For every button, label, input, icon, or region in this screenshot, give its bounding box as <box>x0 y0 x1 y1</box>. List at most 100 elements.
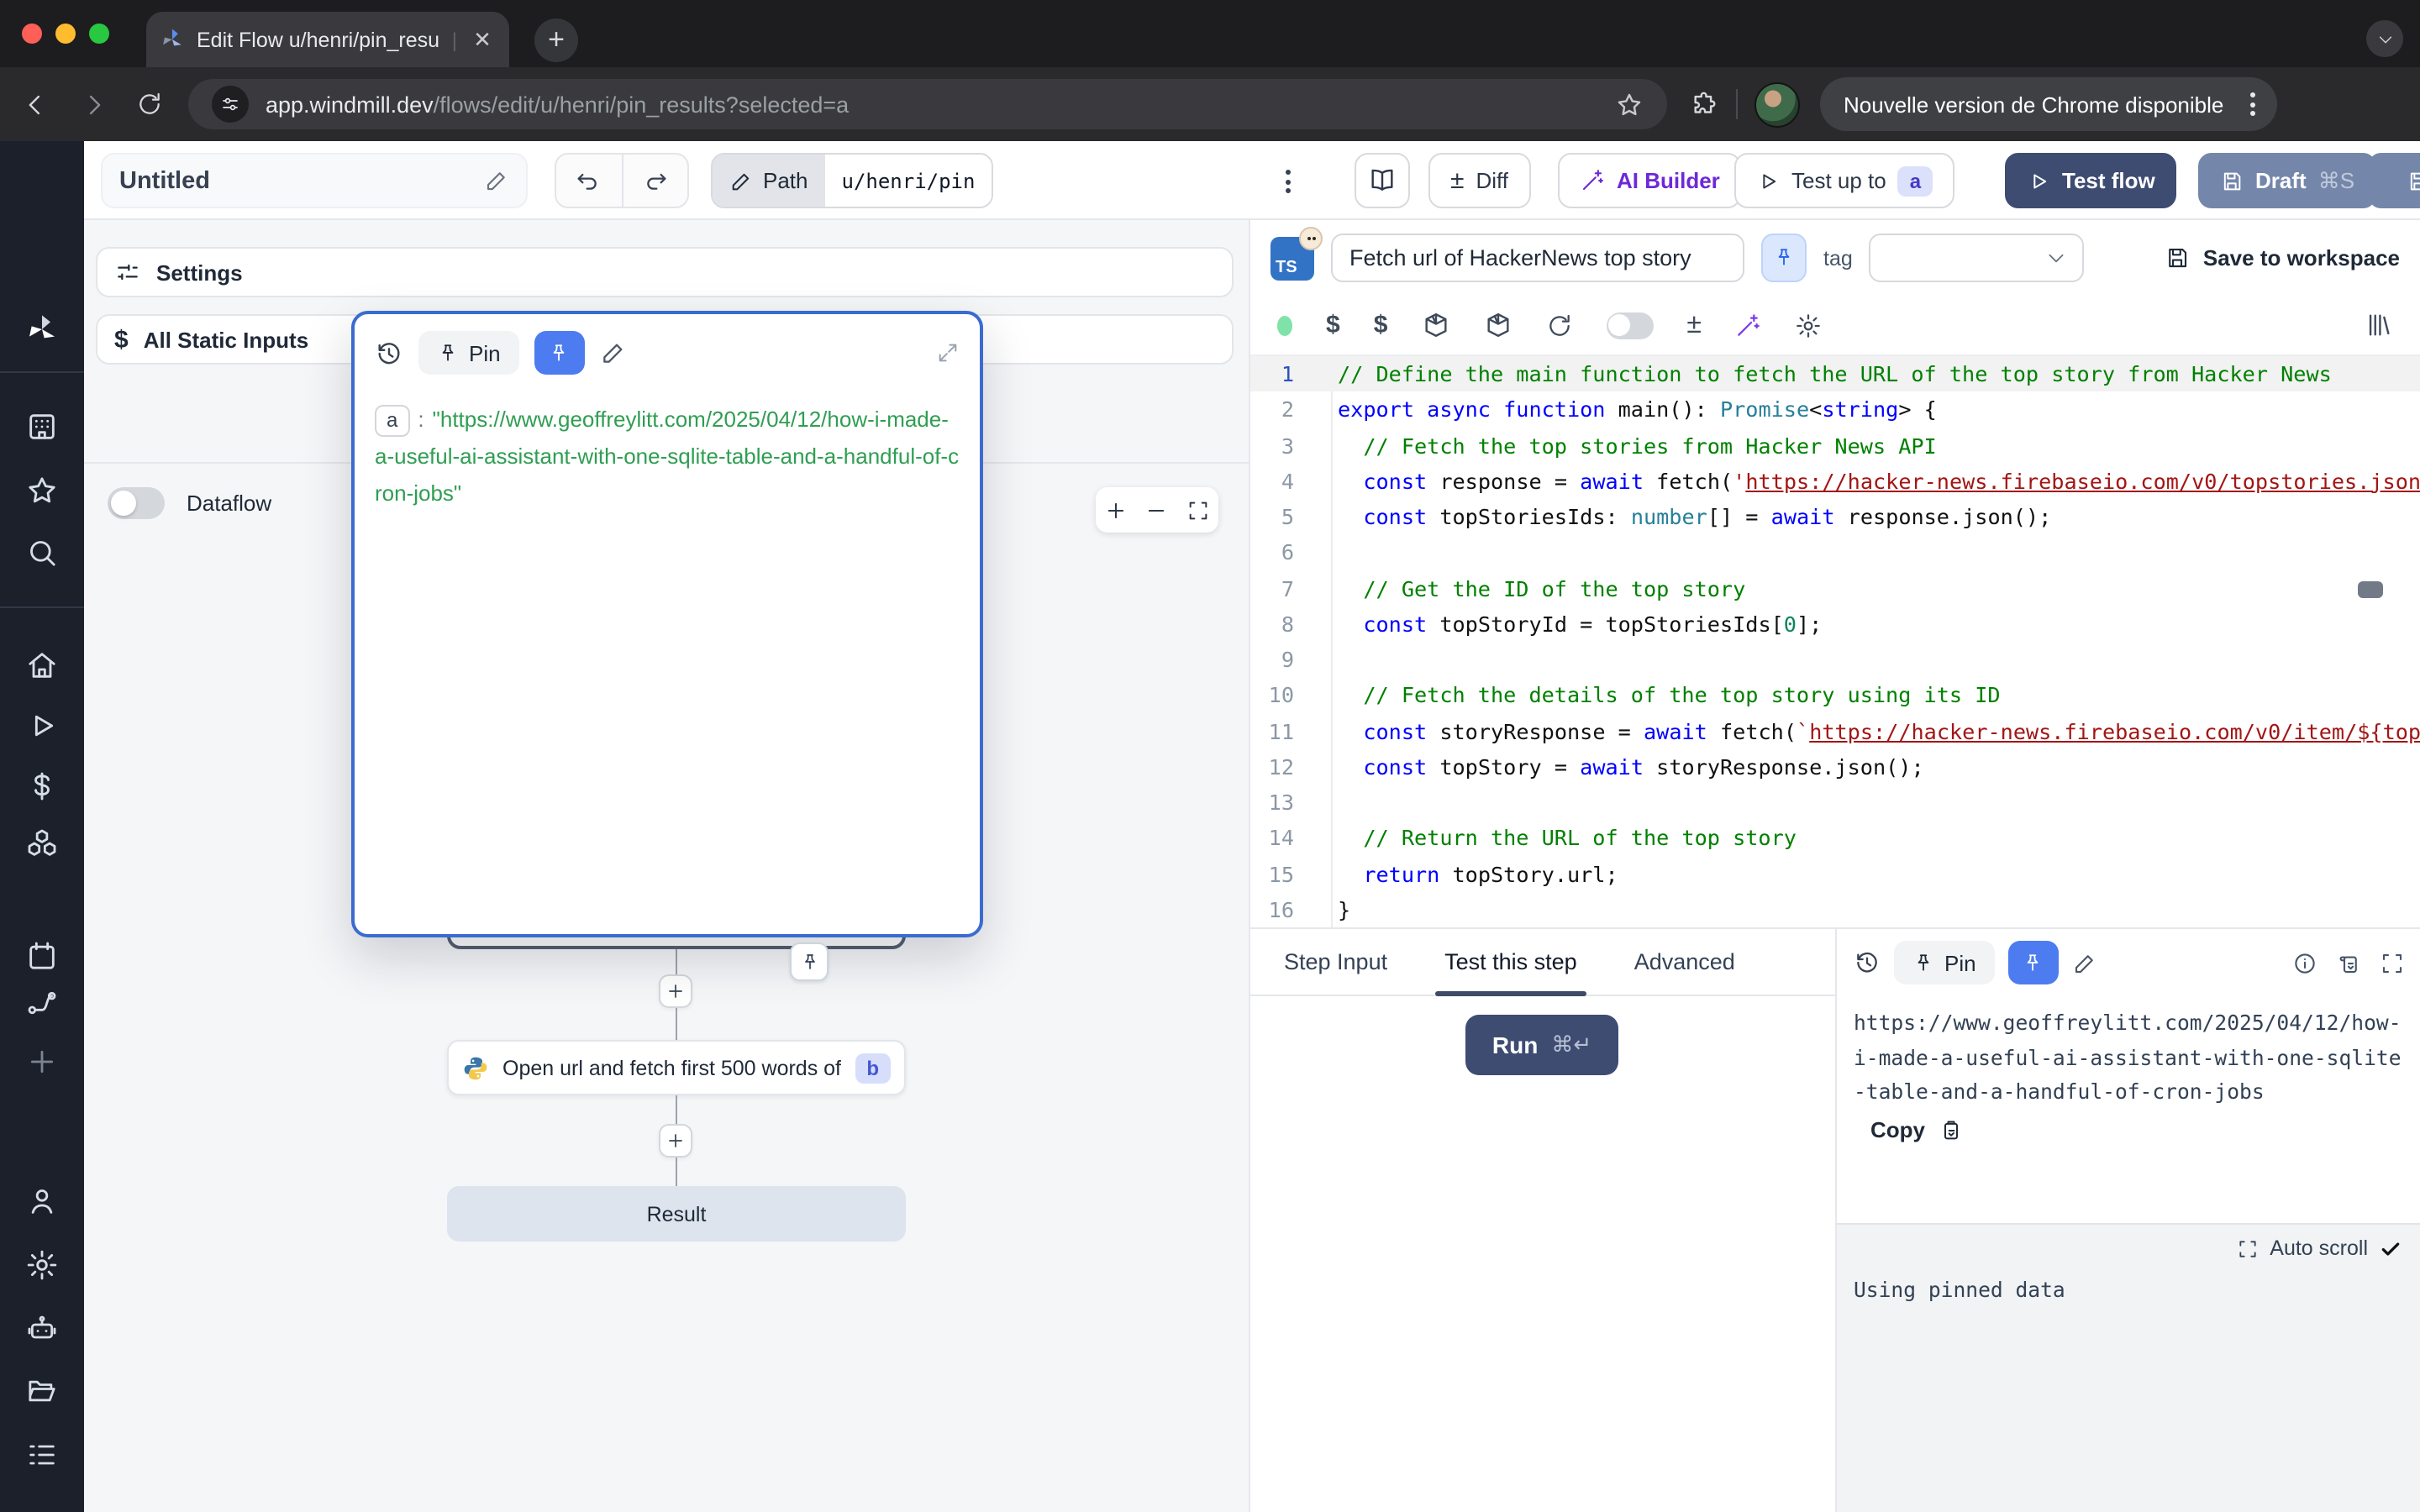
search-icon[interactable] <box>25 536 59 570</box>
fit-view-icon[interactable] <box>1186 498 1210 522</box>
auto-scroll-toggle[interactable]: Auto scroll <box>2236 1236 2402 1260</box>
tab-close-icon[interactable]: ✕ <box>469 26 496 53</box>
chrome-update-button[interactable]: Nouvelle version de Chrome disponible <box>1820 77 2277 131</box>
tag-select[interactable] <box>1870 234 2085 282</box>
diff-mode-toggle[interactable] <box>1606 312 1653 339</box>
reset-refresh-icon[interactable] <box>1545 312 1572 339</box>
window-close-button[interactable] <box>22 24 42 44</box>
step-title-input[interactable] <box>1331 234 1744 282</box>
code-line[interactable]: 15 return topStory.url; <box>1250 856 2420 892</box>
copy-button[interactable]: Copy <box>1870 1117 1962 1142</box>
window-zoom-button[interactable] <box>89 24 109 44</box>
copy-result-icon[interactable] <box>2336 950 2361 975</box>
tab-search-button[interactable] <box>2366 20 2403 57</box>
forward-button[interactable] <box>71 82 114 126</box>
back-button[interactable] <box>13 82 57 126</box>
window-minimize-button[interactable] <box>55 24 76 44</box>
add-resource-button[interactable]: $ <box>1374 311 1388 339</box>
result-pin-toggle-button[interactable]: Pin <box>1894 941 1995 984</box>
folders-icon[interactable] <box>25 1374 59 1408</box>
run-button[interactable]: Run ⌘↵ <box>1465 1015 1618 1075</box>
code-line[interactable]: 13 <box>1250 785 2420 821</box>
code-editor[interactable]: 1// Define the main function to fetch th… <box>1250 356 2420 927</box>
package-icon[interactable] <box>1483 311 1512 339</box>
deploy-button[interactable]: Deploy <box>2368 153 2420 208</box>
flow-name-box[interactable]: Untitled <box>101 153 528 208</box>
code-line[interactable]: 5 const topStoriesIds: number[] = await … <box>1250 499 2420 535</box>
add-step-button[interactable] <box>659 974 692 1008</box>
pin-toggle-button[interactable]: Pin <box>418 331 519 375</box>
new-tab-button[interactable]: + <box>534 18 578 62</box>
workspace-icon[interactable] <box>25 410 59 444</box>
expand-popup-icon[interactable] <box>936 341 960 365</box>
home-icon[interactable] <box>25 648 59 682</box>
code-line[interactable]: 2export async function main(): Promise<s… <box>1250 392 2420 428</box>
result-pin-active-button[interactable] <box>2008 941 2059 984</box>
edit-pin-pencil-icon[interactable] <box>600 339 627 366</box>
settings-gear-icon[interactable] <box>25 1248 59 1282</box>
browser-menu-icon[interactable] <box>2237 89 2267 119</box>
browser-tab[interactable]: Edit Flow u/henri/pin_results | ✕ <box>146 12 509 67</box>
site-settings-icon[interactable] <box>212 86 249 123</box>
code-line[interactable]: 14 // Return the URL of the top story <box>1250 821 2420 857</box>
ai-wand-icon[interactable] <box>1735 312 1762 339</box>
extensions-icon[interactable] <box>1691 90 1719 118</box>
schedules-calendar-icon[interactable] <box>25 939 59 973</box>
code-line[interactable]: 11 const storyResponse = await fetch(`ht… <box>1250 713 2420 749</box>
add-variable-button[interactable]: $ <box>1326 311 1340 339</box>
undo-button[interactable] <box>556 155 623 207</box>
edit-pin-pencil-icon[interactable] <box>2072 950 2097 975</box>
pin-step-button[interactable] <box>1761 234 1807 282</box>
redo-button[interactable] <box>623 155 687 207</box>
flows-route-icon[interactable] <box>25 986 59 1020</box>
dataflow-toggle[interactable] <box>108 487 165 519</box>
diff-button[interactable]: ± Diff <box>1428 153 1530 208</box>
user-icon[interactable] <box>25 1184 59 1218</box>
code-line[interactable]: 7 // Get the ID of the top story <box>1250 570 2420 606</box>
zoom-out-icon[interactable] <box>1145 498 1169 522</box>
code-line[interactable]: 10 // Fetch the details of the top story… <box>1250 678 2420 714</box>
code-line[interactable]: 6 <box>1250 535 2420 571</box>
code-line[interactable]: 8 const topStoryId = topStoriesIds[0]; <box>1250 606 2420 643</box>
draft-button[interactable]: Draft ⌘S <box>2198 153 2376 208</box>
workers-robot-icon[interactable] <box>25 1312 59 1346</box>
flow-settings-button[interactable]: Settings <box>96 247 1234 297</box>
test-flow-button[interactable]: Test flow <box>2005 153 2177 208</box>
logs-list-icon[interactable] <box>25 1438 59 1472</box>
test-up-to-button[interactable]: Test up to a <box>1734 153 1954 208</box>
path-group[interactable]: Path u/henri/pin <box>711 153 993 208</box>
code-line[interactable]: 12 const topStory = await storyResponse.… <box>1250 749 2420 785</box>
ai-builder-button[interactable]: AI Builder <box>1558 153 1742 208</box>
zoom-in-icon[interactable] <box>1104 498 1128 522</box>
result-value[interactable]: https://www.geoffreylitt.com/2025/04/12/… <box>1854 1006 2412 1110</box>
code-line[interactable]: 1// Define the main function to fetch th… <box>1250 356 2420 392</box>
runs-play-icon[interactable] <box>25 709 59 743</box>
tab-step-input[interactable]: Step Input <box>1284 928 1387 995</box>
path-value[interactable]: u/henri/pin <box>825 155 992 207</box>
bookmark-star-icon[interactable] <box>1615 90 1644 118</box>
plus-minus-icon-button[interactable]: ± <box>1686 310 1702 340</box>
flow-node-b[interactable]: Open url and fetch first 500 words of ..… <box>447 1040 906 1095</box>
library-icon[interactable] <box>2365 311 2393 339</box>
code-line[interactable]: 4 const response = await fetch('https://… <box>1250 464 2420 500</box>
code-line[interactable]: 16} <box>1250 892 2420 928</box>
code-line[interactable]: 9 <box>1250 642 2420 678</box>
info-icon[interactable] <box>2292 950 2317 975</box>
pinned-indicator-badge[interactable] <box>790 942 829 981</box>
reload-button[interactable] <box>128 82 171 126</box>
add-step-button[interactable] <box>659 1124 692 1158</box>
expand-log-icon[interactable] <box>2236 1237 2258 1259</box>
add-item-icon[interactable] <box>25 1045 59 1079</box>
windmill-logo[interactable] <box>25 312 59 346</box>
docs-book-button[interactable] <box>1355 153 1410 208</box>
package-icon[interactable] <box>1421 311 1449 339</box>
result-node[interactable]: Result <box>447 1186 906 1242</box>
variables-dollar-icon[interactable] <box>25 769 59 803</box>
code-line[interactable]: 3 // Fetch the top stories from Hacker N… <box>1250 428 2420 464</box>
resources-cubes-icon[interactable] <box>25 827 59 860</box>
tab-advanced[interactable]: Advanced <box>1634 928 1735 995</box>
edit-name-pencil-icon[interactable] <box>484 168 509 193</box>
scrollbar-thumb[interactable] <box>2358 581 2383 598</box>
editor-settings-gear-icon[interactable] <box>1796 312 1823 339</box>
tab-test-this-step[interactable]: Test this step <box>1444 928 1577 995</box>
